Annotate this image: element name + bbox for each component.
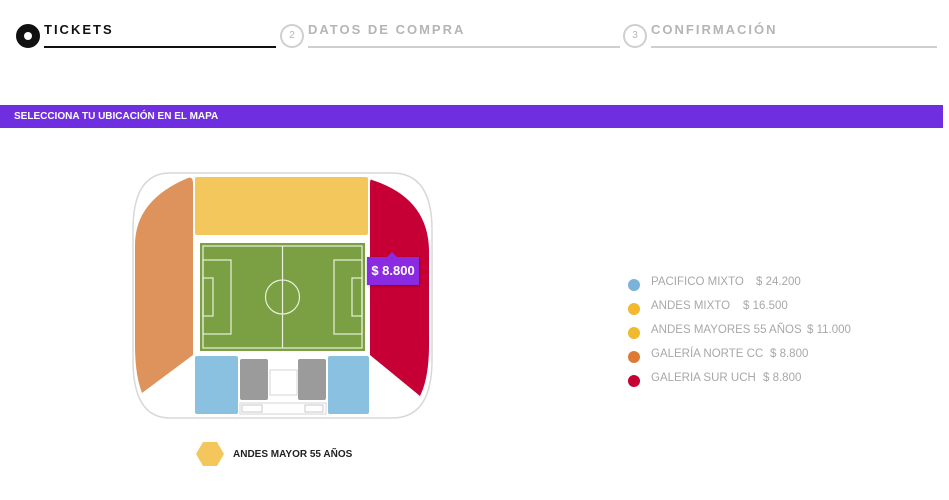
step-datos-compra[interactable]: 2 DATOS DE COMPRA xyxy=(280,20,622,50)
step-underline xyxy=(651,46,937,48)
central-box xyxy=(269,369,298,396)
step-label: CONFIRMACIÓN xyxy=(651,22,778,37)
step-number: 2 xyxy=(280,24,304,48)
price-tooltip: $ 8.800 xyxy=(367,252,419,285)
step-label: TICKETS xyxy=(44,22,114,37)
selected-section-name: ANDES MAYOR 55 AÑOS xyxy=(233,449,353,460)
zone-andes[interactable] xyxy=(195,177,368,235)
lower-box-right xyxy=(304,404,324,413)
legend-dot-icon xyxy=(628,375,640,387)
section-banner: SELECCIONA TU UBICACIÓN EN EL MAPA xyxy=(0,105,943,128)
zone-pacifico-left[interactable] xyxy=(195,356,238,414)
legend-dot-icon xyxy=(628,327,640,339)
legend-price: $ 8.800 xyxy=(770,348,809,360)
step-tickets[interactable]: TICKETS xyxy=(16,20,278,50)
legend-price: $ 24.200 xyxy=(756,276,801,288)
stadium-map xyxy=(132,172,433,419)
grey-block-right xyxy=(298,359,326,400)
legend-price: $ 11.000 xyxy=(807,324,851,336)
step-number: 3 xyxy=(623,24,647,48)
legend-name: GALERÍA NORTE CC xyxy=(651,348,764,360)
grey-block-left xyxy=(240,359,268,400)
step-confirmacion[interactable]: 3 CONFIRMACIÓN xyxy=(623,20,937,50)
lower-box-left xyxy=(241,404,263,413)
step-underline xyxy=(44,46,276,48)
legend-dot-icon xyxy=(628,351,640,363)
step-label: DATOS DE COMPRA xyxy=(308,22,466,37)
legend-dot-icon xyxy=(628,303,640,315)
zone-pacifico-right[interactable] xyxy=(328,356,369,414)
hexagon-icon xyxy=(196,442,224,466)
legend-dot-icon xyxy=(628,279,640,291)
legend-price: $ 16.500 xyxy=(743,300,788,312)
legend-price: $ 8.800 xyxy=(763,372,802,384)
legend-name: PACIFICO MIXTO xyxy=(651,276,744,288)
legend-name: ANDES MIXTO xyxy=(651,300,731,312)
step-active-icon xyxy=(16,24,40,48)
legend-name: GALERIA SUR UCH xyxy=(651,372,756,384)
step-underline xyxy=(308,46,620,48)
legend-name: ANDES MAYORES 55 AÑOS xyxy=(651,324,802,336)
